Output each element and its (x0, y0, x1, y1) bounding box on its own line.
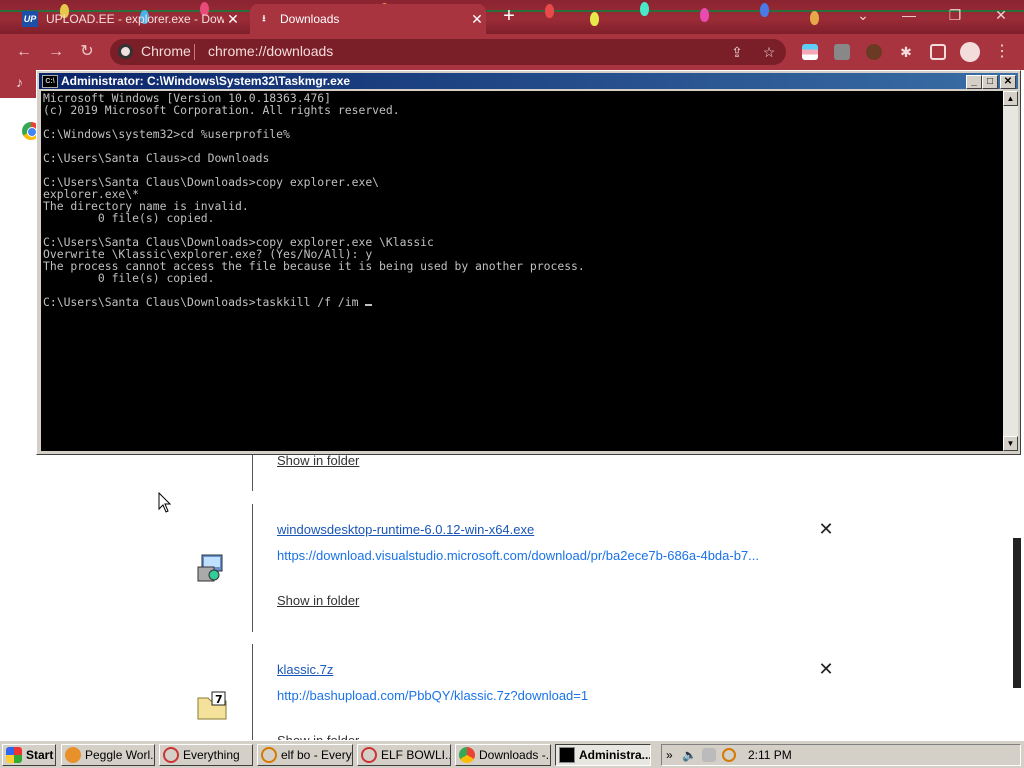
tray-expand-icon[interactable]: » (666, 745, 673, 765)
show-in-folder-link[interactable]: Show in folder (277, 593, 359, 608)
taskbar-button-downloads[interactable]: Downloads -... (455, 744, 551, 766)
minimize-button[interactable]: _ (966, 75, 982, 89)
upload-ee-icon: UP (22, 11, 38, 27)
restore-button[interactable]: ❐ (932, 0, 978, 30)
profile-avatar-icon[interactable] (960, 42, 980, 62)
bookmark-bar: ♪ (0, 70, 40, 98)
close-tab-icon[interactable]: ✕ (468, 11, 486, 28)
scrollbar-thumb[interactable] (1013, 538, 1021, 688)
share-icon[interactable]: ⇪ (728, 43, 746, 61)
search-icon[interactable] (722, 748, 736, 762)
tab-downloads[interactable]: ⭳ Downloads ✕ (250, 4, 486, 34)
taskbar-button-everything[interactable]: Everything (159, 744, 253, 766)
console-scrollbar[interactable]: ▲ ▼ (1003, 91, 1018, 451)
taskbar-button-label: elf bo - Every... (281, 748, 353, 762)
tab-upload-ee[interactable]: UP UPLOAD.EE - explorer.exe - Downl ✕ (16, 4, 242, 34)
show-in-folder-link[interactable]: Show in folder (277, 733, 359, 740)
console-window[interactable]: C:\ Administrator: C:\Windows\System32\T… (36, 70, 1021, 455)
microphone-icon[interactable]: ♪ (16, 74, 23, 90)
tab-search-icon[interactable]: ⌄ (840, 0, 886, 30)
scroll-up-icon[interactable]: ▲ (1003, 91, 1018, 106)
chrome-icon (459, 747, 475, 763)
archive-file-icon: 7 (197, 691, 227, 720)
site-chip[interactable]: Chrome (118, 43, 191, 59)
url-text[interactable]: chrome://downloads (208, 43, 333, 59)
remove-download-icon[interactable]: ✕ (817, 519, 835, 540)
mouse-cursor-icon (158, 492, 172, 513)
back-icon[interactable]: ← (14, 42, 34, 62)
tray-clock[interactable]: 2:11 PM (748, 745, 792, 765)
console-icon (559, 747, 575, 763)
timeline-line (252, 644, 253, 740)
bookmark-star-icon[interactable]: ☆ (760, 43, 778, 61)
site-chip-label: Chrome (141, 43, 191, 59)
windows-logo-icon (6, 747, 22, 763)
text-cursor (365, 304, 373, 306)
tray-app-icon[interactable] (702, 748, 716, 762)
tab-title: Downloads (280, 12, 340, 26)
console-icon: C:\ (42, 75, 58, 88)
console-output-area[interactable]: Microsoft Windows [Version 10.0.18363.47… (41, 91, 1003, 451)
browser-toolbar: ← → ↻ Chrome chrome://downloads ⇪ ☆ ✱ ⋮ (0, 34, 1024, 70)
start-label: Start (26, 748, 54, 762)
search-icon (261, 747, 277, 763)
side-panel-icon[interactable] (930, 44, 946, 60)
taskbar-button-elf-bowling[interactable]: ELF BOWLI... (357, 744, 451, 766)
taskbar-button-elf-search[interactable]: elf bo - Every... (257, 744, 353, 766)
close-button[interactable]: ✕ (1000, 75, 1016, 89)
timeline-line (252, 455, 253, 491)
taskbar-button-label: Peggle Worl... (85, 748, 155, 762)
close-window-button[interactable]: ✕ (978, 0, 1024, 30)
download-filename-link[interactable]: windowsdesktop-runtime-6.0.12-win-x64.ex… (277, 522, 534, 537)
forward-icon[interactable]: → (46, 42, 66, 62)
console-titlebar[interactable]: C:\ Administrator: C:\Windows\System32\T… (39, 73, 1018, 89)
menu-dots-icon[interactable]: ⋮ (992, 42, 1012, 62)
download-source-url[interactable]: http://bashupload.com/PbbQY/klassic.7z?d… (277, 688, 588, 703)
close-tab-icon[interactable]: ✕ (224, 11, 242, 28)
extensions-puzzle-icon[interactable]: ✱ (898, 44, 914, 60)
system-tray: » 🔈 2:11 PM (661, 744, 1021, 766)
address-bar[interactable]: Chrome chrome://downloads ⇪ ☆ (110, 39, 786, 65)
scroll-down-icon[interactable]: ▼ (1003, 436, 1018, 451)
extension-s-icon[interactable] (834, 44, 850, 60)
extension-flag-icon[interactable] (802, 44, 818, 60)
peggle-icon (65, 747, 81, 763)
taskbar-button-label: Administra... (579, 748, 651, 762)
everything-icon (163, 747, 179, 763)
browser-tab-strip: UP UPLOAD.EE - explorer.exe - Downl ✕ ⭳ … (0, 0, 1024, 34)
taskbar-button-peggle[interactable]: Peggle Worl... (61, 744, 155, 766)
taskbar-button-label: ELF BOWLI... (381, 748, 451, 762)
omnibox-divider (194, 44, 195, 60)
remove-download-icon[interactable]: ✕ (817, 659, 835, 680)
everything-icon (361, 747, 377, 763)
volume-icon[interactable]: 🔈 (682, 745, 697, 765)
taskbar-button-administrator[interactable]: Administra... (555, 744, 651, 766)
download-filename-link[interactable]: klassic.7z (277, 662, 333, 677)
show-in-folder-link[interactable]: Show in folder (277, 453, 359, 468)
svg-text:7: 7 (215, 693, 223, 706)
extension-avatar-icon[interactable] (866, 44, 882, 60)
minimize-button[interactable]: — (886, 0, 932, 30)
reload-icon[interactable]: ↻ (77, 42, 97, 62)
taskbar-button-label: Downloads -... (479, 748, 551, 762)
tab-title: UPLOAD.EE - explorer.exe - Downl (46, 12, 224, 26)
start-button[interactable]: Start (2, 744, 56, 766)
new-tab-button[interactable]: + (498, 6, 520, 28)
download-source-url[interactable]: https://download.visualstudio.microsoft.… (277, 548, 759, 563)
chrome-icon (118, 43, 133, 59)
download-icon: ⭳ (262, 13, 266, 23)
timeline-line (252, 504, 253, 632)
taskbar: Start Peggle Worl... Everything elf bo -… (0, 740, 1024, 768)
console-title: Administrator: C:\Windows\System32\Taskm… (61, 74, 351, 88)
maximize-button[interactable]: □ (982, 75, 998, 89)
taskbar-button-label: Everything (183, 748, 240, 762)
console-output: Microsoft Windows [Version 10.0.18363.47… (43, 91, 585, 309)
installer-file-icon (197, 554, 223, 582)
